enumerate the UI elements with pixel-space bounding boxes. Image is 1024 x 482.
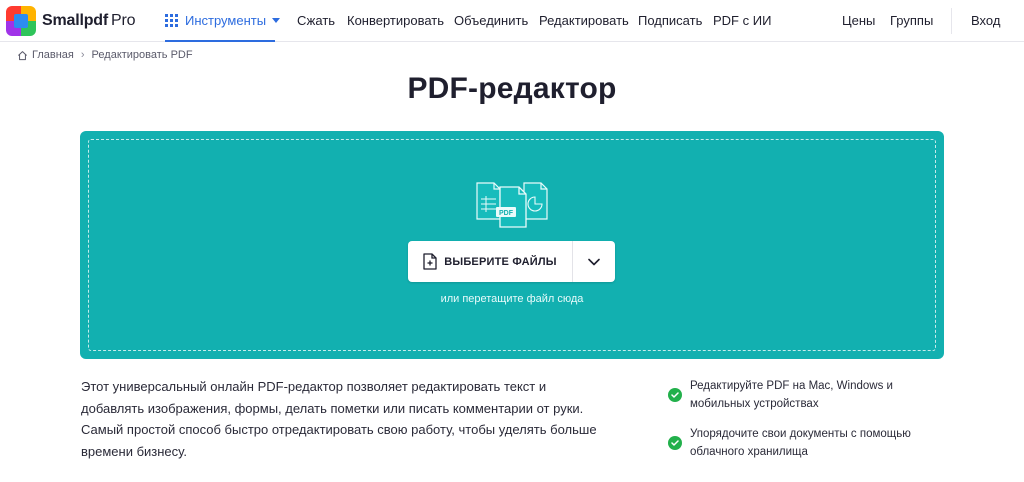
breadcrumb-home[interactable]: Главная — [32, 49, 74, 61]
tools-menu-button[interactable]: Инструменты — [165, 0, 281, 42]
grid-icon — [165, 13, 178, 27]
choose-files-group: ВЫБЕРИТЕ ФАЙЛЫ — [408, 241, 615, 282]
home-icon — [18, 50, 27, 60]
nav-edit[interactable]: Редактировать — [539, 13, 629, 28]
feature-text: Редактируйте PDF на Mac, Windows и мобил… — [690, 380, 893, 410]
add-file-icon — [423, 253, 437, 270]
caret-down-icon — [272, 17, 281, 23]
choose-source-dropdown[interactable] — [573, 241, 615, 282]
logo[interactable]: Smallpdf Pro — [6, 6, 135, 36]
nav-groups[interactable]: Группы — [890, 13, 933, 28]
nav-prices[interactable]: Цены — [842, 13, 875, 28]
feature-item: Упорядочите свои документы с помощью обл… — [668, 425, 928, 461]
files-illustration-icon: PDF — [476, 182, 548, 228]
nav-ai-pdf[interactable]: PDF с ИИ — [713, 13, 771, 28]
drop-hint: или перетащите файл сюда — [440, 293, 584, 305]
page-title: PDF-редактор — [407, 72, 617, 105]
features-list: Редактируйте PDF на Mac, Windows и мобил… — [668, 377, 928, 473]
choose-files-label: ВЫБЕРИТЕ ФАЙЛЫ — [444, 255, 557, 268]
chevron-down-icon — [588, 258, 600, 265]
tool-description: Этот универсальный онлайн PDF-редактор п… — [81, 379, 597, 459]
nav-compress[interactable]: Сжать — [297, 13, 335, 28]
logo-icon — [6, 6, 36, 36]
choose-files-button[interactable]: ВЫБЕРИТЕ ФАЙЛЫ — [408, 241, 573, 282]
breadcrumb-current: Редактировать PDF — [91, 49, 193, 61]
breadcrumb: Главная › Редактировать PDF — [17, 49, 193, 61]
logo-text: Smallpdf Pro — [42, 12, 136, 29]
nav-convert[interactable]: Конвертировать — [347, 13, 444, 28]
check-circle-icon — [668, 436, 682, 450]
tools-label: Инструменты — [185, 12, 267, 28]
pdf-badge-label: PDF — [499, 210, 514, 217]
login-link[interactable]: Вход — [971, 13, 1000, 28]
check-circle-icon — [668, 388, 682, 402]
nav-merge[interactable]: Объединить — [454, 13, 528, 28]
breadcrumb-separator: › — [80, 49, 85, 61]
nav-sign[interactable]: Подписать — [638, 13, 702, 28]
top-navbar: Smallpdf Pro Инструменты Сжать Конвертиро… — [0, 0, 1024, 42]
header-divider — [951, 8, 952, 34]
feature-text: Упорядочите свои документы с помощью обл… — [690, 428, 911, 458]
feature-item: Редактируйте PDF на Mac, Windows и мобил… — [668, 377, 928, 413]
